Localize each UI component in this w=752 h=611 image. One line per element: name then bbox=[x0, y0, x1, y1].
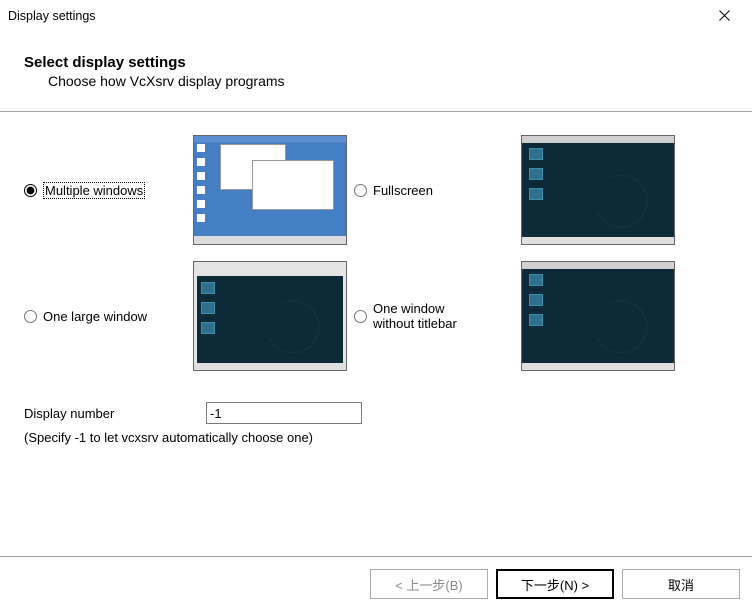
thumb-one-large-window bbox=[194, 262, 346, 370]
radio-one-window-no-titlebar-input[interactable] bbox=[354, 310, 367, 323]
radio-multiple-windows-input[interactable] bbox=[24, 184, 37, 197]
window-title: Display settings bbox=[8, 9, 704, 23]
radio-multiple-windows-label: Multiple windows bbox=[43, 182, 145, 199]
wizard-footer: < 上一步(B) 下一步(N) > 取消 bbox=[0, 556, 752, 611]
radio-one-large-window[interactable]: One large window bbox=[24, 309, 194, 324]
radio-one-window-no-titlebar-label: One window without titlebar bbox=[373, 301, 457, 331]
page-title: Select display settings bbox=[24, 54, 742, 71]
content-area: Multiple windows Fullscreen One large wi… bbox=[0, 112, 752, 445]
titlebar: Display settings bbox=[0, 0, 752, 32]
display-number-input[interactable] bbox=[206, 402, 362, 424]
thumb-multiple-windows bbox=[194, 136, 346, 244]
display-number-note: (Specify -1 to let vcxsrv automatically … bbox=[24, 430, 750, 445]
thumb-one-window-no-titlebar bbox=[522, 262, 674, 370]
radio-fullscreen[interactable]: Fullscreen bbox=[354, 183, 522, 198]
display-number-label: Display number bbox=[24, 406, 196, 421]
radio-fullscreen-label: Fullscreen bbox=[373, 183, 433, 198]
cancel-button[interactable]: 取消 bbox=[622, 569, 740, 599]
close-icon[interactable] bbox=[704, 2, 744, 30]
radio-one-large-window-input[interactable] bbox=[24, 310, 37, 323]
page-subtitle: Choose how VcXsrv display programs bbox=[48, 73, 742, 89]
radio-one-large-window-label: One large window bbox=[43, 309, 147, 324]
wizard-header: Select display settings Choose how VcXsr… bbox=[0, 32, 752, 99]
next-button[interactable]: 下一步(N) > bbox=[496, 569, 614, 599]
display-number-section: Display number (Specify -1 to let vcxsrv… bbox=[24, 402, 750, 445]
radio-fullscreen-input[interactable] bbox=[354, 184, 367, 197]
radio-multiple-windows[interactable]: Multiple windows bbox=[24, 182, 194, 199]
options-grid: Multiple windows Fullscreen One large wi… bbox=[24, 132, 750, 374]
back-button: < 上一步(B) bbox=[370, 569, 488, 599]
radio-one-window-no-titlebar[interactable]: One window without titlebar bbox=[354, 301, 522, 331]
thumb-fullscreen bbox=[522, 136, 674, 244]
